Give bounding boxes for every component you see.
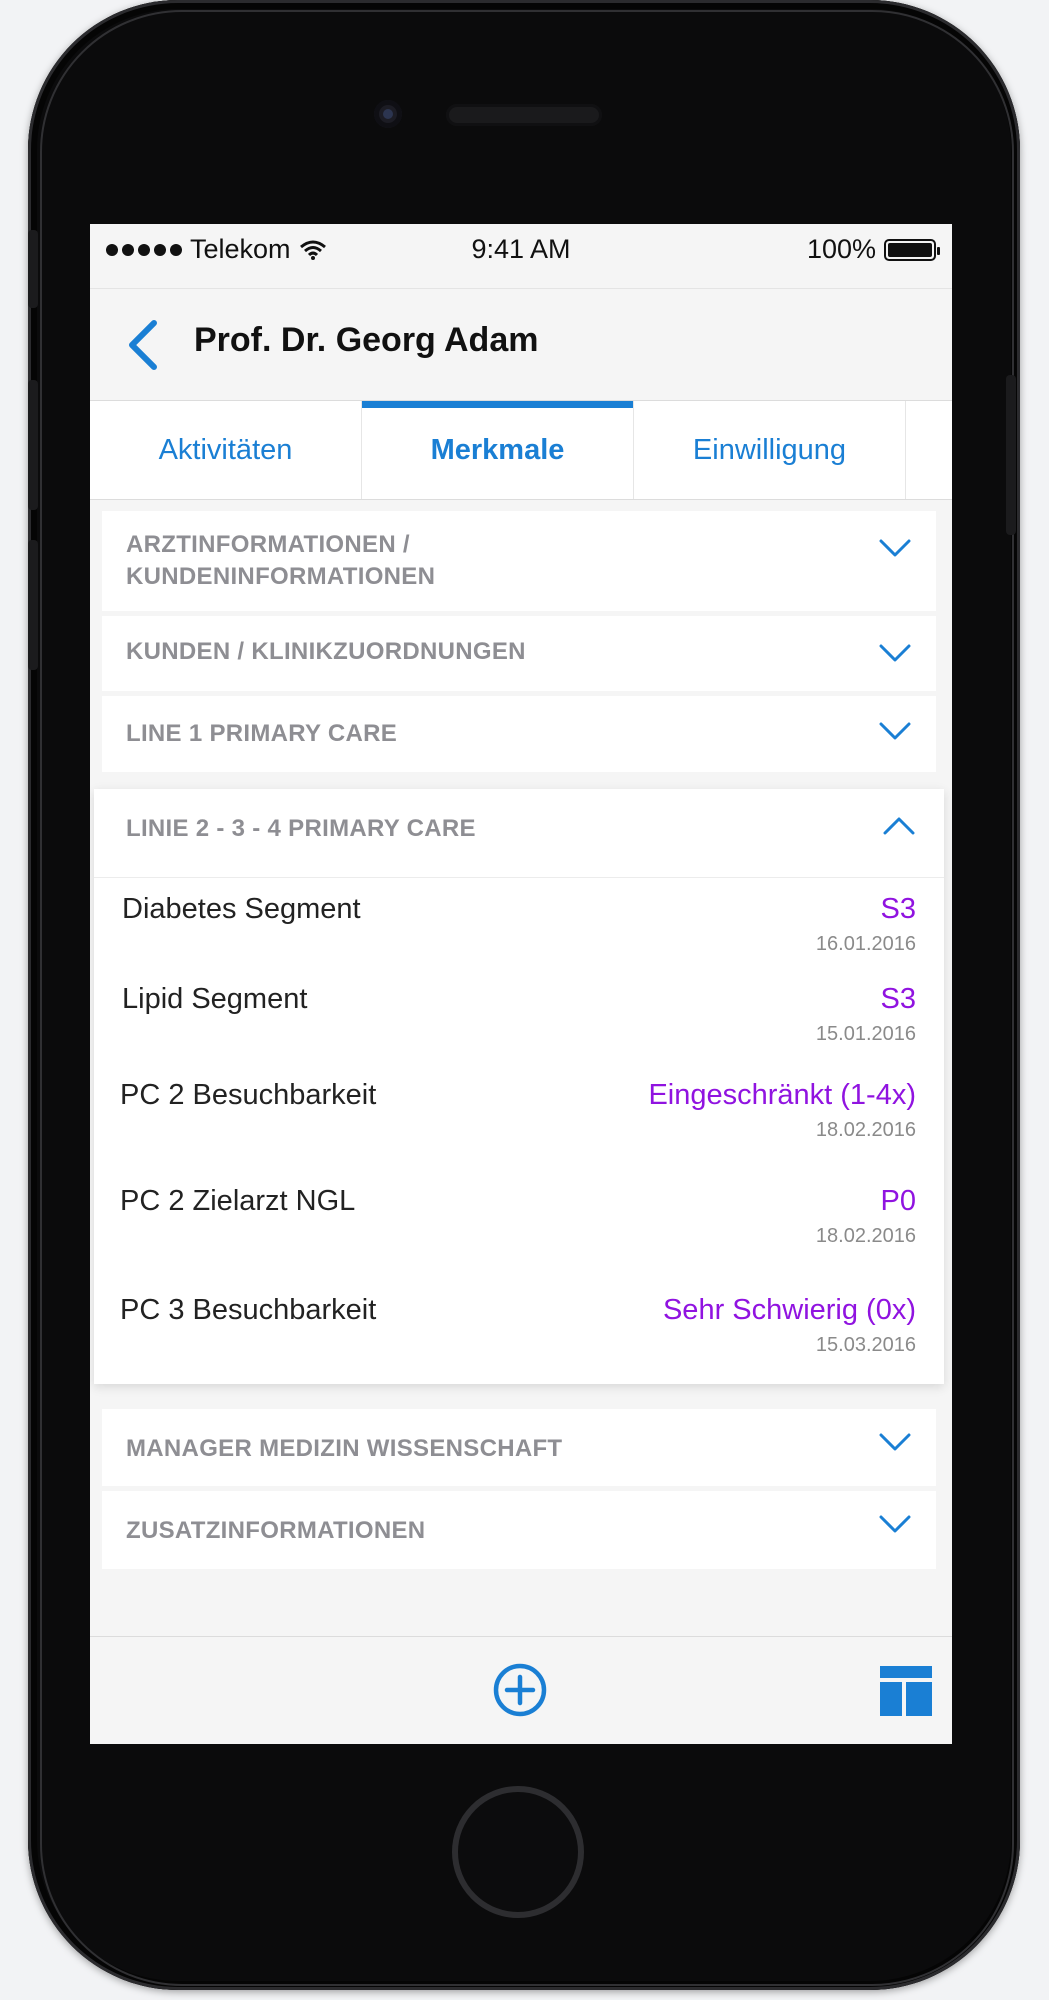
row-label: PC 3 Besuchbarkeit — [120, 1294, 377, 1326]
earpiece-speaker — [446, 104, 602, 126]
section-label: ZUSATZINFORMATIONEN — [126, 1517, 426, 1544]
chevron-down-icon — [879, 539, 911, 557]
navigation-bar: Prof. Dr. Georg Adam — [90, 288, 952, 399]
section-label: KUNDEN / KLINIKZUORDNUNGEN — [126, 638, 526, 665]
tab-bar: Aktivitäten Merkmale Einwilligung — [90, 400, 952, 500]
layout-grid-icon[interactable] — [880, 1666, 932, 1716]
battery-percent: 100% — [806, 234, 876, 264]
chevron-up-icon — [883, 817, 915, 835]
section-label: MANAGER MEDIZIN WISSENSCHAFT — [126, 1435, 563, 1462]
row-value: S3 — [880, 983, 916, 1015]
tab-merkmale[interactable]: Merkmale — [362, 401, 634, 499]
row-date: 15.03.2016 — [815, 1334, 916, 1356]
section-label: LINIE 2 - 3 - 4 PRIMARY CARE — [126, 815, 476, 842]
home-button[interactable] — [452, 1786, 584, 1918]
section-kunden-klinikzuordnungen[interactable]: KUNDEN / KLINIKZUORDNUNGEN — [102, 616, 936, 691]
volume-up-button — [28, 380, 38, 510]
section-label: ARZTINFORMATIONEN / KUNDENINFORMATIONEN — [126, 531, 436, 590]
section-manager-medizin-wissenschaft[interactable]: MANAGER MEDIZIN WISSENSCHAFT — [102, 1409, 936, 1486]
tab-overflow — [906, 401, 952, 499]
expanded-section-header[interactable]: LINIE 2 - 3 - 4 PRIMARY CARE — [94, 789, 944, 878]
list-item: Lipid Segment S3 15.01.2016 — [94, 983, 944, 1073]
chevron-down-icon — [879, 722, 911, 740]
row-value: Sehr Schwierig (0x) — [662, 1294, 916, 1326]
row-date: 15.01.2016 — [815, 1023, 916, 1045]
row-date: 16.01.2016 — [815, 933, 916, 955]
chevron-down-icon — [879, 644, 911, 662]
screen: Telekom 9:41 AM 100% Prof. Dr. Georg Ada… — [90, 224, 952, 1744]
power-button — [1006, 375, 1016, 535]
chevron-down-icon — [879, 1515, 911, 1533]
list-item: Diabetes Segment S3 16.01.2016 — [94, 893, 944, 983]
row-label: PC 2 Besuchbarkeit — [120, 1079, 377, 1111]
row-label: Diabetes Segment — [122, 893, 361, 925]
row-value: S3 — [880, 893, 916, 925]
row-label: PC 2 Zielarzt NGL — [120, 1185, 356, 1217]
chevron-left-icon[interactable] — [120, 317, 164, 373]
status-right: 100% — [806, 234, 940, 265]
bottom-toolbar — [90, 1636, 952, 1744]
list-item: PC 2 Zielarzt NGL P0 18.02.2016 — [94, 1185, 944, 1275]
tab-einwilligung[interactable]: Einwilligung — [634, 401, 906, 499]
status-bar: Telekom 9:41 AM 100% — [90, 224, 952, 276]
plus-circle-icon[interactable] — [492, 1662, 548, 1718]
page-title: Prof. Dr. Georg Adam — [194, 321, 539, 359]
section-line-1-primary-care[interactable]: LINE 1 PRIMARY CARE — [102, 696, 936, 772]
section-linie-2-3-4-primary-care: LINIE 2 - 3 - 4 PRIMARY CARE Diabetes Se… — [94, 789, 944, 1384]
battery-icon — [884, 238, 940, 261]
section-label: LINE 1 PRIMARY CARE — [126, 720, 398, 747]
row-value: Eingeschränkt (1-4x) — [648, 1079, 916, 1111]
section-zusatzinformationen[interactable]: ZUSATZINFORMATIONEN — [102, 1491, 936, 1569]
section-arztinformationen[interactable]: ARZTINFORMATIONEN / KUNDENINFORMATIONEN — [102, 511, 936, 611]
list-item: PC 2 Besuchbarkeit Eingeschränkt (1-4x) … — [94, 1079, 944, 1169]
row-date: 18.02.2016 — [815, 1225, 916, 1247]
mute-switch — [28, 230, 38, 308]
chevron-down-icon — [879, 1433, 911, 1451]
row-value: P0 — [880, 1185, 916, 1217]
row-label: Lipid Segment — [122, 983, 308, 1015]
tab-aktivitaeten[interactable]: Aktivitäten — [90, 401, 362, 499]
list-item: PC 3 Besuchbarkeit Sehr Schwierig (0x) 1… — [94, 1294, 944, 1384]
row-date: 18.02.2016 — [815, 1119, 916, 1141]
volume-down-button — [28, 540, 38, 670]
front-camera — [374, 100, 402, 128]
